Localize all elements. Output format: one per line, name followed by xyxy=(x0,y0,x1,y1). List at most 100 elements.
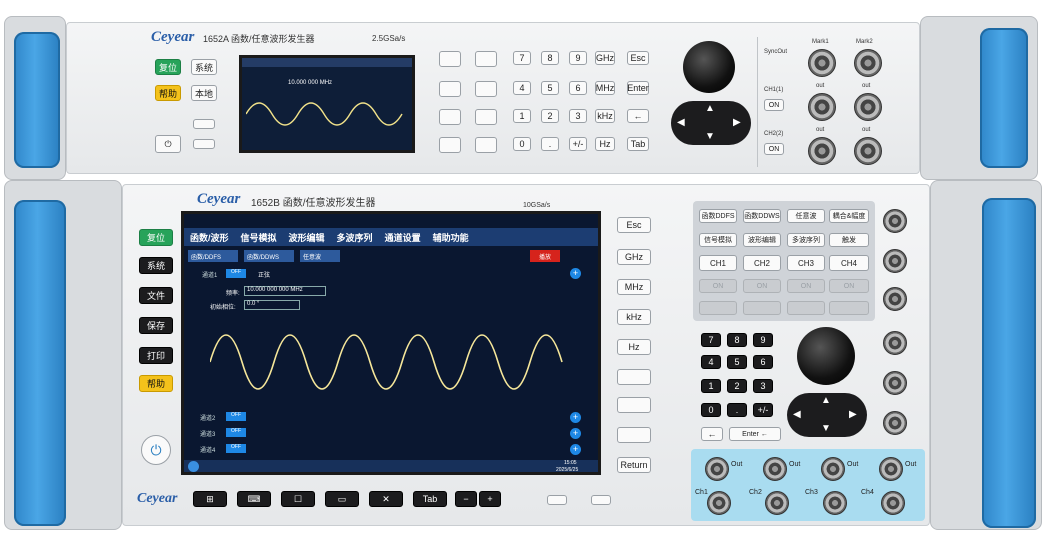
num-key-5[interactable]: 5 xyxy=(727,355,747,369)
top-key-8[interactable]: 8 xyxy=(541,51,559,65)
bottom-tab-key[interactable]: Tab xyxy=(413,491,447,507)
ch2-on-key[interactable]: ON xyxy=(743,279,781,293)
channel3-plus-button[interactable]: + xyxy=(570,428,581,439)
top-rotary-knob[interactable] xyxy=(683,41,735,93)
top-menu-key-5[interactable] xyxy=(439,109,461,125)
top-key-dot[interactable]: . xyxy=(541,137,559,151)
menu-wave-edit[interactable]: 波形编辑 xyxy=(289,231,325,244)
ch2-aux-key[interactable] xyxy=(743,301,781,315)
side-connector-5[interactable] xyxy=(883,371,907,395)
ch4-out-connector[interactable] xyxy=(879,457,903,481)
tab-ddfs[interactable]: 函数/DDFS xyxy=(188,250,238,262)
num-key-dot[interactable]: . xyxy=(727,403,747,417)
ch2-key[interactable]: CH2 xyxy=(743,255,781,271)
ch2-out-connector[interactable] xyxy=(763,457,787,481)
top-usb-port-2[interactable] xyxy=(193,139,215,149)
side-blank-key-3[interactable] xyxy=(617,427,651,443)
num-key-1[interactable]: 1 xyxy=(701,379,721,393)
top-key-4[interactable]: 4 xyxy=(513,81,531,95)
top-mark1-connector[interactable] xyxy=(808,49,836,77)
side-esc-key[interactable]: Esc xyxy=(617,217,651,233)
channel4-plus-button[interactable]: + xyxy=(570,444,581,455)
side-connector-4[interactable] xyxy=(883,331,907,355)
bottom-screen[interactable]: 函数/波形 信号模拟 波形编辑 多波序列 通道设置 辅助功能 函数/DDFS 函… xyxy=(181,211,601,475)
side-connector-6[interactable] xyxy=(883,411,907,435)
enter-key[interactable]: Enter ← xyxy=(729,427,781,441)
menu-function[interactable]: 函数/波形 xyxy=(190,231,229,244)
menu-signal[interactable]: 信号模拟 xyxy=(241,231,277,244)
top-screen[interactable]: 10.000 000 MHz xyxy=(239,55,415,153)
num-key-7[interactable]: 7 xyxy=(701,333,721,347)
side-connector-2[interactable] xyxy=(883,249,907,273)
tab-arbitrary[interactable]: 任意波 xyxy=(300,250,340,262)
menu-channel[interactable]: 通道设置 xyxy=(385,231,421,244)
top-key-6[interactable]: 6 xyxy=(569,81,587,95)
side-blank-key-2[interactable] xyxy=(617,397,651,413)
backspace-key[interactable]: ← xyxy=(701,427,723,441)
num-key-9[interactable]: 9 xyxy=(753,333,773,347)
top-local-button[interactable]: 本地 xyxy=(191,85,217,101)
top-unit-khz[interactable]: kHz xyxy=(595,109,615,123)
bottom-save-button[interactable]: 保存 xyxy=(139,317,173,334)
top-ch1-on-button[interactable]: ON xyxy=(764,99,784,111)
top-key-0[interactable]: 0 xyxy=(513,137,531,151)
channel1-shape[interactable]: 正弦 xyxy=(258,270,270,279)
top-left-handle[interactable] xyxy=(14,32,60,168)
plus-key[interactable]: + xyxy=(479,491,501,507)
top-menu-key-1[interactable] xyxy=(439,51,461,67)
fn-ddfs[interactable]: 函数DDFS xyxy=(699,209,737,223)
channel3-off-toggle[interactable]: OFF xyxy=(226,428,246,437)
menu-sequence[interactable]: 多波序列 xyxy=(337,231,373,244)
start-icon[interactable] xyxy=(188,461,199,472)
top-key-sign[interactable]: +/- xyxy=(569,137,587,151)
top-menu-key-3[interactable] xyxy=(439,81,461,97)
ch4-out-inv-connector[interactable] xyxy=(881,491,905,515)
num-key-sign[interactable]: +/- xyxy=(753,403,773,417)
top-menu-key-7[interactable] xyxy=(439,137,461,153)
keyboard-key[interactable]: ⌨ xyxy=(237,491,271,507)
ch3-out-connector[interactable] xyxy=(821,457,845,481)
touch-key[interactable]: ☐ xyxy=(281,491,315,507)
ch3-aux-key[interactable] xyxy=(787,301,825,315)
top-unit-ghz[interactable]: GHz xyxy=(595,51,615,65)
bottom-file-button[interactable]: 文件 xyxy=(139,287,173,304)
top-system-button[interactable]: 系统 xyxy=(191,59,217,75)
channel4-off-toggle[interactable]: OFF xyxy=(226,444,246,453)
num-key-3[interactable]: 3 xyxy=(753,379,773,393)
num-key-0[interactable]: 0 xyxy=(701,403,721,417)
bottom-reset-button[interactable]: 复位 xyxy=(139,229,173,246)
top-power-button[interactable]: ⏻ xyxy=(155,135,181,153)
channel1-off-toggle[interactable]: OFF xyxy=(226,269,246,278)
ch1-out-connector[interactable] xyxy=(705,457,729,481)
bottom-system-button[interactable]: 系统 xyxy=(139,257,173,274)
windows-key[interactable]: ⊞ xyxy=(193,491,227,507)
top-key-5[interactable]: 5 xyxy=(541,81,559,95)
top-tab-key[interactable]: Tab xyxy=(627,137,649,151)
fn-wave-edit[interactable]: 波形编辑 xyxy=(743,233,781,247)
close-window-key[interactable]: ✕ xyxy=(369,491,403,507)
bottom-power-button[interactable]: ⏻ xyxy=(141,435,171,465)
side-connector-3[interactable] xyxy=(883,287,907,311)
top-right-handle[interactable] xyxy=(980,28,1028,168)
top-key-3[interactable]: 3 xyxy=(569,109,587,123)
side-khz-key[interactable]: kHz xyxy=(617,309,651,325)
freq-value-field[interactable]: 10.000 000 000 MHz xyxy=(244,286,326,296)
ch4-on-key[interactable]: ON xyxy=(829,279,869,293)
top-menu-key-8[interactable] xyxy=(475,137,497,153)
channel1-plus-button[interactable]: + xyxy=(570,268,581,279)
bottom-print-button[interactable]: 打印 xyxy=(139,347,173,364)
num-key-4[interactable]: 4 xyxy=(701,355,721,369)
top-ch1-out-a-connector[interactable] xyxy=(808,93,836,121)
ch1-aux-key[interactable] xyxy=(699,301,737,315)
channel2-off-toggle[interactable]: OFF xyxy=(226,412,246,421)
top-menu-key-4[interactable] xyxy=(475,81,497,97)
side-mhz-key[interactable]: MHz xyxy=(617,279,651,295)
top-key-9[interactable]: 9 xyxy=(569,51,587,65)
fn-arbitrary[interactable]: 任意波 xyxy=(787,209,825,223)
top-key-2[interactable]: 2 xyxy=(541,109,559,123)
phase-value-field[interactable]: 0.0 ° xyxy=(244,300,300,310)
ch1-out-inv-connector[interactable] xyxy=(707,491,731,515)
num-key-8[interactable]: 8 xyxy=(727,333,747,347)
ch3-out-inv-connector[interactable] xyxy=(823,491,847,515)
top-ch2-out-b-connector[interactable] xyxy=(854,137,882,165)
